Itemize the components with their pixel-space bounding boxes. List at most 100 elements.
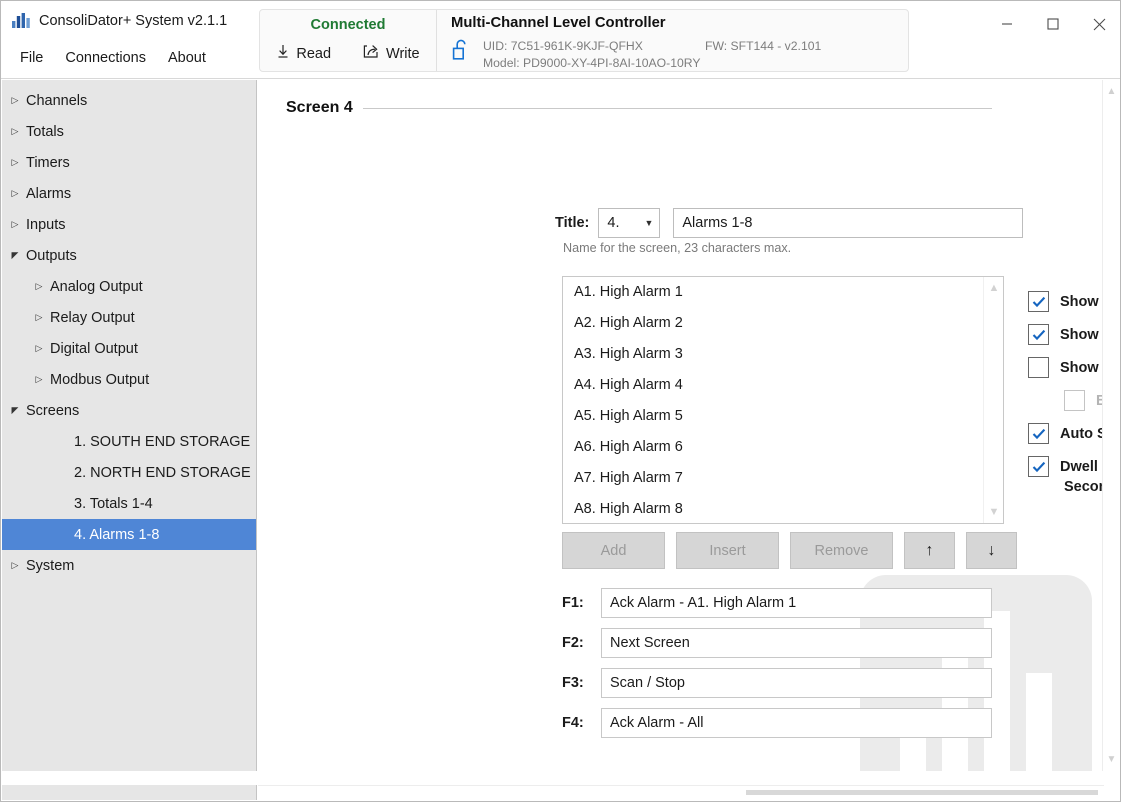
menu-item-connections[interactable]: Connections — [56, 47, 155, 69]
remove-button[interactable]: Remove — [790, 532, 893, 569]
title-label: Title: — [555, 215, 590, 231]
device-info: Multi-Channel Level Controller UID: 7C51… — [437, 10, 908, 71]
function-key-row: F2: — [562, 628, 992, 658]
sidebar-item-screen-3[interactable]: ▷ 3. Totals 1-4 — [2, 488, 256, 519]
f1-label: F1: — [562, 595, 584, 611]
sidebar-item-totals[interactable]: ▷ Totals — [2, 116, 256, 147]
device-firmware: FW: SFT144 - v2.101 — [705, 39, 822, 53]
chevron-right-icon: ▷ — [11, 95, 19, 105]
move-down-button[interactable]: ↓ — [966, 532, 1017, 569]
list-item[interactable]: A3. High Alarm 3 — [563, 339, 1003, 370]
sidebar-item-label: 3. Totals 1-4 — [74, 495, 153, 512]
screen-items-listbox[interactable]: A1. High Alarm 1 A2. High Alarm 2 A3. Hi… — [562, 276, 1004, 524]
checkbox-unchecked-icon[interactable] — [1028, 357, 1049, 378]
content-vertical-scrollbar[interactable]: ▲ ▼ — [1102, 80, 1119, 771]
sidebar-item-channels[interactable]: ▷ Channels — [2, 85, 256, 116]
connection-status: Connected — [310, 17, 386, 33]
sidebar-item-outputs[interactable]: ◤ Outputs — [2, 240, 256, 271]
f3-input[interactable] — [601, 668, 992, 698]
f4-input[interactable] — [601, 708, 992, 738]
title-bar: ConsoliDator+ System v2.1.1 File Connect… — [1, 1, 1120, 79]
sidebar-item-digital-output[interactable]: ▷ Digital Output — [2, 333, 256, 364]
list-item[interactable]: A8. High Alarm 8 — [563, 494, 1003, 523]
screen-name-input[interactable] — [673, 208, 1024, 238]
divider — [362, 107, 992, 109]
list-item[interactable]: A5. High Alarm 5 — [563, 401, 1003, 432]
unlocked-padlock-icon[interactable] — [451, 38, 471, 67]
checkbox-checked-icon[interactable] — [1028, 324, 1049, 345]
minimize-button[interactable] — [984, 1, 1030, 47]
page-title: Screen 4 — [286, 99, 353, 116]
sidebar-item-modbus-output[interactable]: ▷ Modbus Output — [2, 364, 256, 395]
option-show-bargraphs[interactable]: Show Bargraphs — [1028, 351, 1104, 384]
group-header: Screen 4 — [286, 99, 992, 117]
sidebar-item-system[interactable]: ▷ System — [2, 550, 256, 581]
checkbox-checked-icon[interactable] — [1028, 456, 1049, 477]
option-auto-scan[interactable]: Auto Scan — [1028, 417, 1104, 450]
option-show-title[interactable]: Show Title — [1028, 285, 1104, 318]
screen-number-value: 4. — [607, 215, 620, 231]
sidebar-item-label: Totals — [26, 123, 64, 140]
write-label: Write — [386, 45, 420, 62]
connection-buttons: Read Write — [260, 43, 436, 64]
watermark-bar — [1026, 673, 1052, 771]
checkbox-checked-icon[interactable] — [1028, 291, 1049, 312]
option-show-channel-number[interactable]: Show Channel # — [1028, 318, 1104, 351]
chevron-down-icon: ▼ — [644, 218, 654, 228]
listbox-scrollbar[interactable]: ▲ ▼ — [983, 277, 1003, 523]
sidebar-item-inputs[interactable]: ▷ Inputs — [2, 209, 256, 240]
title-field-row: Title: 4. ▼ — [555, 208, 1024, 238]
read-button[interactable]: Read — [273, 43, 334, 64]
write-button[interactable]: Write — [360, 43, 423, 64]
sidebar-item-label: Alarms — [26, 185, 72, 202]
connection-panel: Connected Read Write Multi-Channel Level… — [259, 9, 909, 72]
scroll-down-icon[interactable]: ▼ — [1103, 751, 1120, 768]
sidebar-item-screen-1[interactable]: ▷ 1. SOUTH END STORAGE — [2, 426, 256, 457]
display-options-group: Show Title Show Channel # Show Bargraphs… — [1028, 285, 1104, 483]
horizontal-scroll-thumb[interactable] — [746, 790, 1098, 795]
sidebar-item-alarms[interactable]: ▷ Alarms — [2, 178, 256, 209]
navigation-tree: ▷ Channels ▷ Totals ▷ Timers ▷ Alarms ▷ … — [2, 80, 256, 581]
chevron-right-icon: ▷ — [11, 126, 19, 136]
list-item[interactable]: A2. High Alarm 2 — [563, 308, 1003, 339]
triangle-down-icon[interactable]: ▼ — [984, 503, 1003, 521]
insert-button[interactable]: Insert — [676, 532, 779, 569]
sidebar-item-timers[interactable]: ▷ Timers — [2, 147, 256, 178]
spacer-icon: ▷ — [54, 499, 72, 508]
f1-input[interactable] — [601, 588, 992, 618]
sidebar[interactable]: ▷ Channels ▷ Totals ▷ Timers ▷ Alarms ▷ … — [2, 80, 257, 771]
sidebar-item-screen-4[interactable]: ▷ 4. Alarms 1-8 — [2, 519, 256, 550]
checkbox-checked-icon[interactable] — [1028, 423, 1049, 444]
triangle-up-icon[interactable]: ▲ — [984, 279, 1003, 297]
sidebar-item-label: Analog Output — [50, 278, 143, 295]
sidebar-footer — [2, 785, 257, 800]
list-item[interactable]: A7. High Alarm 7 — [563, 463, 1003, 494]
sidebar-item-relay-output[interactable]: ▷ Relay Output — [2, 302, 256, 333]
sidebar-item-analog-output[interactable]: ▷ Analog Output — [2, 271, 256, 302]
menu-item-file[interactable]: File — [11, 47, 52, 69]
connection-actions-group: Connected Read Write — [260, 10, 437, 71]
chevron-right-icon: ▷ — [35, 343, 43, 353]
option-label: Show Channel # — [1060, 326, 1104, 343]
app-brand: ConsoliDator+ System v2.1.1 — [11, 12, 227, 30]
list-item[interactable]: A6. High Alarm 6 — [563, 432, 1003, 463]
f2-input[interactable] — [601, 628, 992, 658]
list-item[interactable]: A1. High Alarm 1 — [563, 277, 1003, 308]
add-button[interactable]: Add — [562, 532, 665, 569]
sidebar-item-screens[interactable]: ◤ Screens — [2, 395, 256, 426]
close-button[interactable] — [1076, 1, 1120, 47]
sidebar-item-label: 2. NORTH END STORAGE — [74, 464, 251, 481]
function-key-row: F3: — [562, 668, 992, 698]
sidebar-item-label: Channels — [26, 92, 88, 109]
screen-number-select[interactable]: 4. ▼ — [598, 208, 661, 238]
device-uid: UID: 7C51-961K-9KJF-QFHX — [483, 39, 643, 53]
content-horizontal-scrollbar[interactable] — [258, 785, 1104, 800]
move-up-button[interactable]: ↑ — [904, 532, 955, 569]
chevron-right-icon: ▷ — [35, 281, 43, 291]
menu-item-about[interactable]: About — [159, 47, 215, 69]
maximize-button[interactable] — [1030, 1, 1076, 47]
list-item[interactable]: A4. High Alarm 4 — [563, 370, 1003, 401]
scroll-up-icon[interactable]: ▲ — [1103, 83, 1120, 100]
seconds-field-row: Seconds: 5 + – — [1064, 472, 1104, 502]
sidebar-item-screen-2[interactable]: ▷ 2. NORTH END STORAGE — [2, 457, 256, 488]
